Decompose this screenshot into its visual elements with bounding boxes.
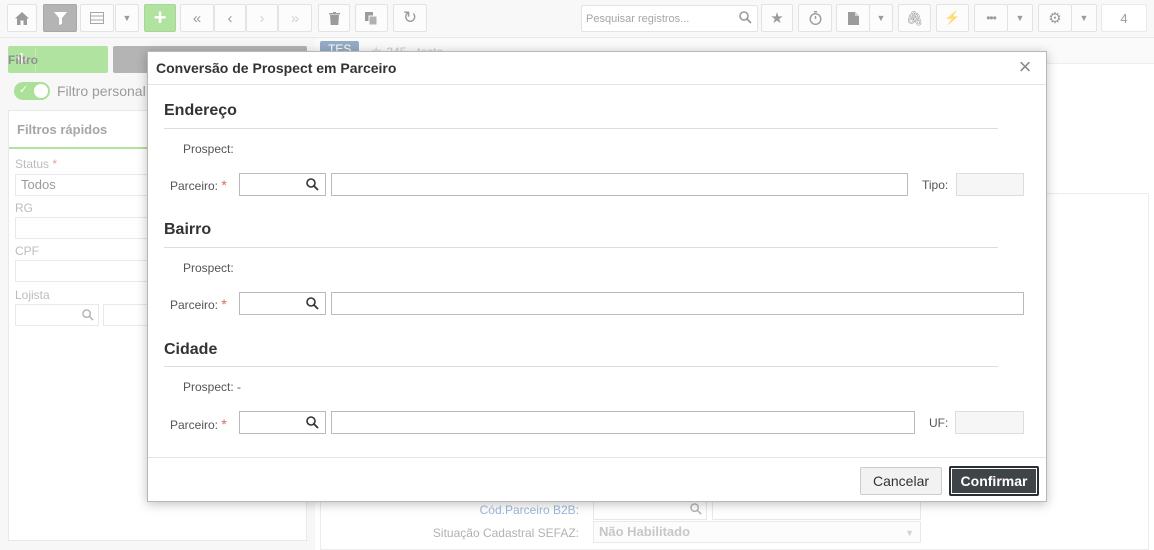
section-cidade-title: Cidade [164, 341, 218, 358]
section-endereco-title: Endereço [164, 102, 237, 119]
cidade-parceiro-code-input[interactable] [239, 411, 326, 434]
bairro-parceiro-code-field[interactable] [240, 293, 300, 314]
dialog-footer: Cancelar Confirmar [148, 457, 1046, 501]
convert-prospect-dialog: Conversão de Prospect em Parceiro × Ende… [147, 51, 1047, 502]
endereco-parceiro-code-field[interactable] [240, 174, 300, 195]
cidade-parceiro-desc-input[interactable] [331, 411, 915, 434]
search-icon[interactable] [306, 297, 319, 310]
tipo-label: Tipo: [922, 178, 949, 192]
section-divider [164, 128, 998, 129]
bairro-parceiro-desc-input[interactable] [331, 292, 1024, 315]
dialog-header: Conversão de Prospect em Parceiro × [148, 52, 1046, 85]
uf-input [955, 411, 1024, 434]
bairro-prospect-label: Prospect: [183, 261, 234, 275]
section-bairro-title: Bairro [164, 221, 212, 238]
cidade-prospect-label: Prospect: - [183, 380, 242, 394]
close-icon[interactable]: × [1015, 56, 1035, 78]
tipo-input [956, 173, 1024, 196]
endereco-parceiro-desc-input[interactable] [331, 173, 908, 196]
search-icon[interactable] [306, 178, 319, 191]
cidade-parceiro-code-field[interactable] [240, 412, 300, 433]
confirm-button[interactable]: Confirmar [949, 466, 1039, 496]
endereco-prospect-label: Prospect: [183, 142, 234, 156]
cancel-button[interactable]: Cancelar [860, 467, 942, 495]
dialog-title: Conversão de Prospect em Parceiro [156, 60, 397, 76]
uf-label: UF: [929, 416, 949, 430]
cidade-parceiro-label: Parceiro: * [170, 416, 227, 432]
bairro-parceiro-label: Parceiro: * [170, 296, 227, 312]
endereco-parceiro-label: Parceiro: * [170, 177, 227, 193]
section-divider [164, 366, 998, 367]
bairro-parceiro-code-input[interactable] [239, 292, 326, 315]
endereco-parceiro-code-input[interactable] [239, 173, 326, 196]
search-icon[interactable] [306, 416, 319, 429]
section-divider [164, 247, 998, 248]
